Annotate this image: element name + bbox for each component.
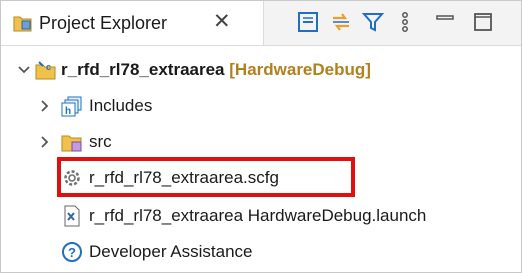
help-icon: ? <box>61 241 83 263</box>
link-with-editor-icon[interactable] <box>329 10 353 34</box>
tree-item-src[interactable]: src <box>1 127 521 157</box>
tree-item-launch[interactable]: r_rfd_rl78_extraarea HardwareDebug.launc… <box>1 201 521 231</box>
close-icon[interactable]: ✕ <box>213 10 231 34</box>
view-menu-icon[interactable] <box>393 10 417 34</box>
tree-item-includes[interactable]: h Includes <box>1 91 521 121</box>
project-decoration: [HardwareDebug] <box>229 60 371 79</box>
view-tab-bar: Project Explorer ✕ <box>1 1 521 46</box>
minimize-icon[interactable] <box>433 10 457 34</box>
source-folder-icon <box>61 131 83 153</box>
tab-project-explorer[interactable]: Project Explorer ✕ <box>1 1 264 45</box>
svg-text:h: h <box>65 106 71 117</box>
filter-icon[interactable] <box>361 10 385 34</box>
tree-item-label: Developer Assistance <box>89 242 253 261</box>
chevron-right-icon[interactable] <box>39 131 51 160</box>
tree-item-label: r_rfd_rl78_extraarea HardwareDebug.launc… <box>89 206 427 225</box>
tree-item-label: src <box>89 132 112 151</box>
highlight-box <box>57 157 355 197</box>
svg-text:c: c <box>46 62 51 72</box>
tree-item-developer-assistance[interactable]: ? Developer Assistance <box>1 237 521 267</box>
maximize-icon[interactable] <box>471 10 495 34</box>
project-name: r_rfd_rl78_extraarea <box>61 60 225 79</box>
svg-text:?: ? <box>68 245 76 260</box>
view-title: Project Explorer <box>39 13 168 33</box>
project-explorer-view: Project Explorer ✕ c r_rfd_rl78_extraare… <box>0 0 522 273</box>
project-folder-icon: c <box>35 59 57 81</box>
project-explorer-icon <box>13 14 33 32</box>
chevron-right-icon[interactable] <box>39 95 51 124</box>
collapse-all-icon[interactable] <box>296 10 320 34</box>
chevron-down-icon[interactable] <box>17 59 31 88</box>
includes-icon: h <box>61 95 83 117</box>
tree-item-label: Includes <box>89 96 153 115</box>
launch-file-icon <box>61 205 83 227</box>
tree-item-project[interactable]: c r_rfd_rl78_extraarea [HardwareDebug] <box>1 55 521 85</box>
